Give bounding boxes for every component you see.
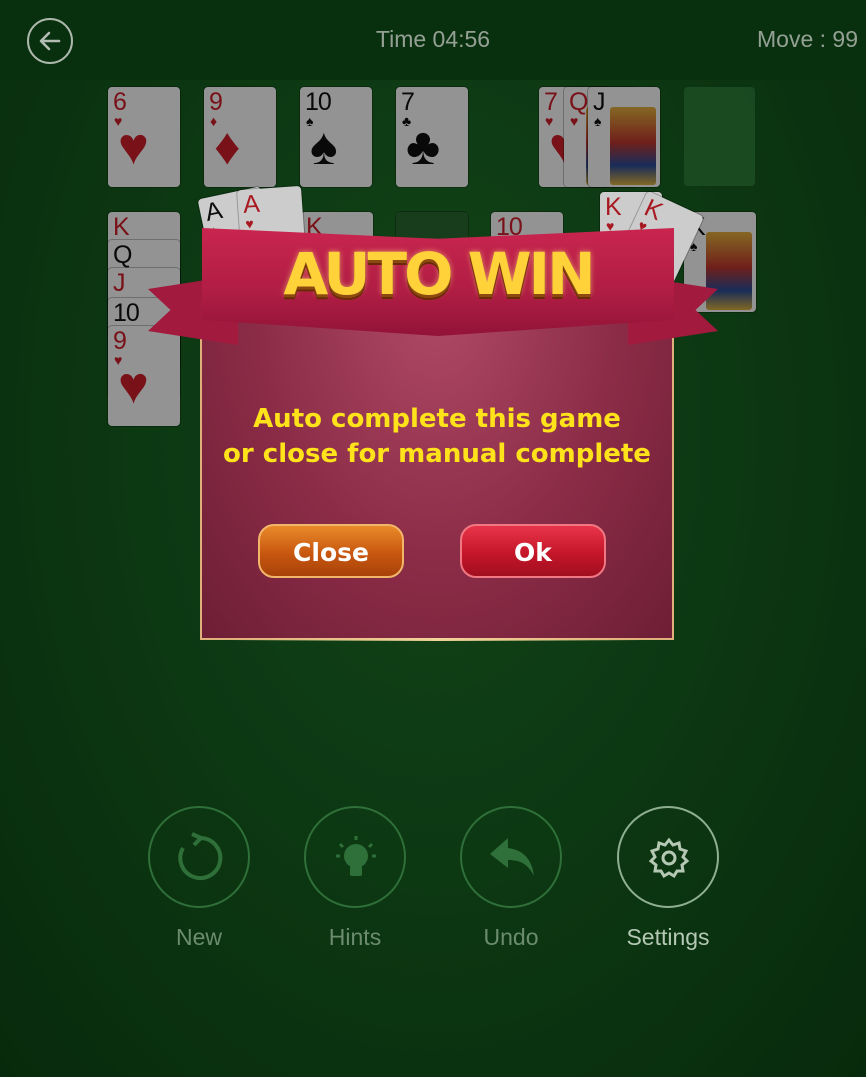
new-label: New bbox=[175, 924, 222, 950]
gear-icon bbox=[648, 837, 690, 879]
dialog-title: AUTO WIN bbox=[283, 240, 595, 308]
undo-label: Undo bbox=[483, 924, 539, 950]
new-game-button[interactable] bbox=[148, 806, 250, 908]
undo-button[interactable] bbox=[460, 806, 562, 908]
message-line-2: or close for manual complete bbox=[223, 439, 651, 469]
message-line-1: Auto complete this game bbox=[253, 404, 621, 434]
hints-button[interactable] bbox=[304, 806, 406, 908]
ok-button[interactable]: Ok bbox=[460, 524, 606, 578]
dialog-message: Auto complete this game or close for man… bbox=[200, 402, 674, 472]
refresh-icon bbox=[178, 832, 223, 880]
undo-arrow-icon bbox=[490, 838, 534, 876]
hints-label: Hints bbox=[328, 924, 382, 950]
settings-button[interactable] bbox=[617, 806, 719, 908]
settings-label: Settings bbox=[626, 924, 710, 950]
dialog-divider bbox=[230, 638, 646, 641]
lightbulb-icon bbox=[336, 836, 376, 876]
close-button[interactable]: Close bbox=[258, 524, 404, 578]
